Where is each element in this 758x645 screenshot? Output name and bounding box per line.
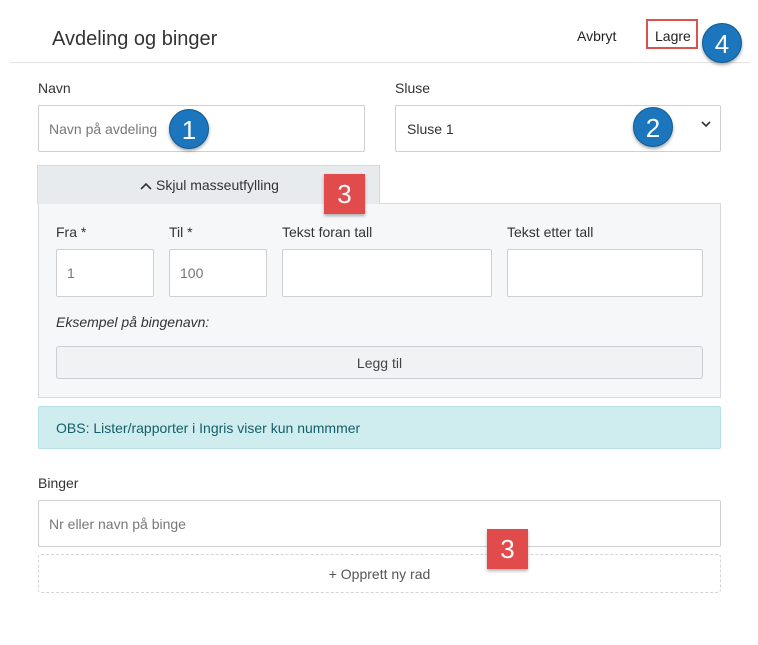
prefix-input[interactable] — [282, 249, 492, 297]
page-header: Avdeling og binger — [10, 0, 750, 63]
notice-alert: OBS: Lister/rapporter i Ingris viser kun… — [38, 406, 721, 449]
create-new-row-button[interactable]: + Opprett ny rad — [38, 554, 721, 593]
name-label: Navn — [38, 80, 71, 96]
to-label: Til * — [169, 224, 193, 240]
callout-badge-3-top: 3 — [324, 174, 365, 214]
chevron-down-icon — [701, 121, 711, 128]
bins-label: Binger — [38, 475, 79, 491]
chevron-up-icon — [140, 182, 152, 190]
callout-badge-3-bottom: 3 — [487, 529, 528, 569]
suffix-input[interactable] — [507, 249, 703, 297]
cancel-button[interactable]: Avbryt — [577, 28, 616, 44]
lock-label: Sluse — [395, 80, 431, 96]
add-button[interactable]: Legg til — [56, 346, 703, 379]
callout-badge-4: 4 — [702, 23, 742, 63]
callout-badge-1: 1 — [169, 109, 209, 149]
save-button[interactable]: Lagre — [655, 28, 691, 44]
prefix-label: Tekst foran tall — [282, 224, 373, 240]
example-name-label: Eksempel på bingenavn: — [56, 314, 210, 330]
to-input[interactable] — [169, 249, 267, 297]
from-input[interactable] — [56, 249, 154, 297]
callout-badge-2: 2 — [633, 107, 673, 147]
lock-select-value: Sluse 1 — [407, 121, 454, 137]
suffix-label: Tekst etter tall — [507, 224, 594, 240]
mass-fill-toggle-label: Skjul masseutfylling — [156, 177, 279, 193]
page-title: Avdeling og binger — [52, 28, 218, 50]
from-label: Fra * — [56, 224, 87, 240]
bin-name-input[interactable] — [38, 500, 721, 547]
